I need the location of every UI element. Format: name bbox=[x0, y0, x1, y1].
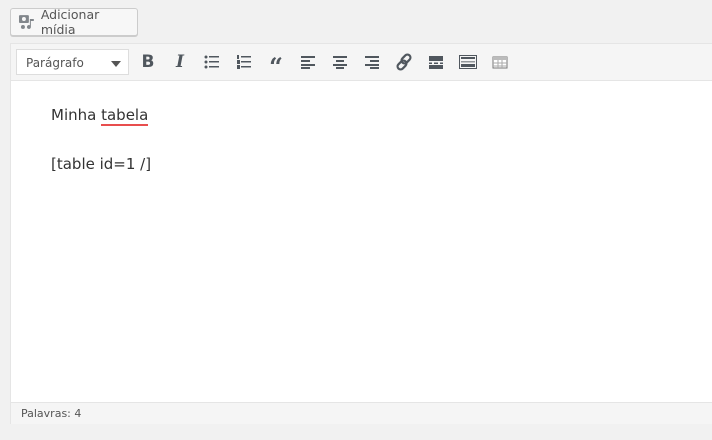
add-media-label: Adicionar mídia bbox=[40, 7, 100, 37]
editor-toolbar: Parágrafo B I “ bbox=[11, 44, 712, 81]
paragraph-title: Minha tabela bbox=[51, 103, 673, 127]
word-count: Palavras: 4 bbox=[21, 407, 82, 420]
numbered-list-button[interactable] bbox=[232, 51, 256, 73]
align-right-icon bbox=[365, 56, 379, 69]
read-more-icon bbox=[429, 56, 443, 69]
media-icon bbox=[18, 15, 34, 29]
toolbar-toggle-button[interactable] bbox=[456, 51, 480, 73]
align-left-icon bbox=[301, 56, 315, 69]
numbered-list-icon bbox=[237, 55, 251, 69]
blockquote-button[interactable]: “ bbox=[264, 51, 288, 81]
italic-icon: I bbox=[176, 52, 184, 72]
format-select-value: Parágrafo bbox=[26, 56, 84, 70]
link-icon bbox=[396, 53, 412, 71]
misspelled-word: tabela bbox=[101, 106, 149, 126]
editor: Parágrafo B I “ Minha tabela [table id=1… bbox=[10, 43, 712, 424]
align-center-icon bbox=[333, 56, 347, 69]
align-left-button[interactable] bbox=[296, 51, 320, 73]
table-shortcode: [table id=1 /] bbox=[51, 155, 152, 173]
align-right-button[interactable] bbox=[360, 51, 384, 73]
chevron-down-icon bbox=[111, 61, 121, 67]
quote-icon: “ bbox=[269, 52, 283, 81]
bulleted-list-button[interactable] bbox=[200, 51, 224, 73]
table-button[interactable] bbox=[488, 51, 512, 73]
bulleted-list-icon bbox=[204, 55, 219, 69]
text: Minha bbox=[51, 106, 102, 124]
status-bar: Palavras: 4 bbox=[11, 402, 712, 424]
editor-content[interactable]: Minha tabela [table id=1 /] bbox=[11, 81, 712, 402]
read-more-button[interactable] bbox=[424, 51, 448, 73]
table-icon bbox=[492, 56, 508, 69]
keyboard-icon bbox=[459, 55, 477, 69]
bold-icon: B bbox=[141, 52, 155, 72]
align-center-button[interactable] bbox=[328, 51, 352, 73]
link-button[interactable] bbox=[392, 51, 416, 73]
italic-button[interactable]: I bbox=[168, 51, 192, 73]
add-media-button[interactable]: Adicionar mídia bbox=[10, 7, 138, 37]
bold-button[interactable]: B bbox=[136, 51, 160, 73]
format-select[interactable]: Parágrafo bbox=[16, 49, 129, 75]
